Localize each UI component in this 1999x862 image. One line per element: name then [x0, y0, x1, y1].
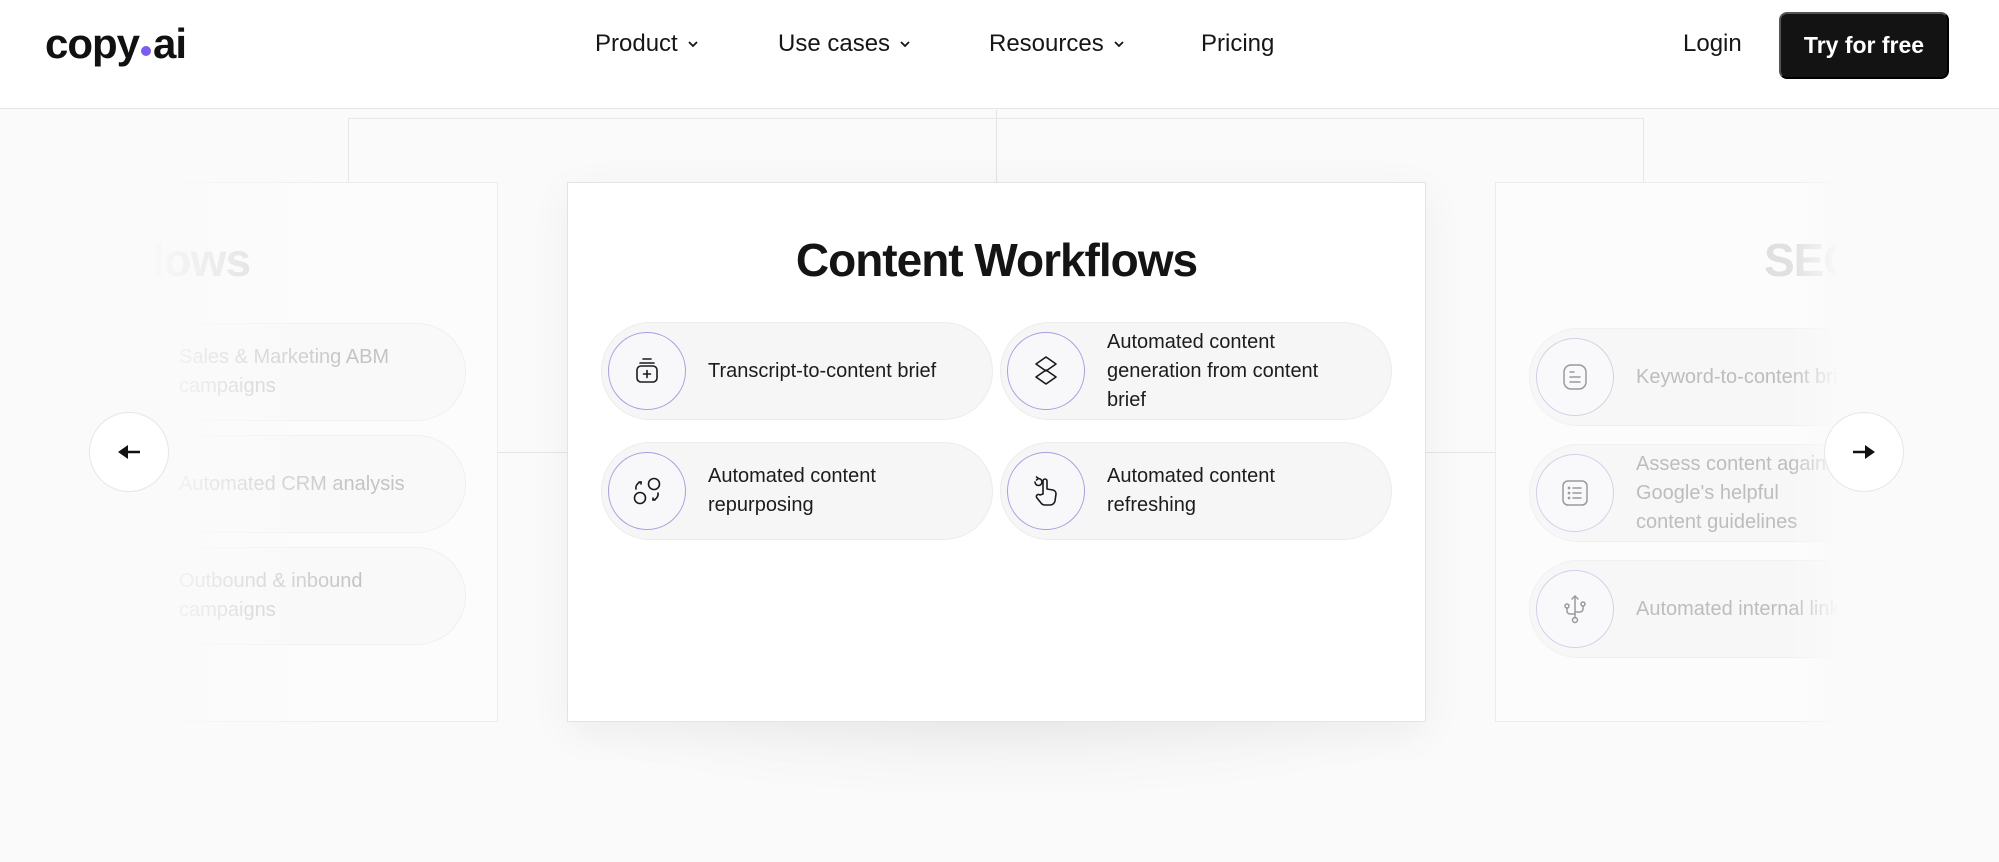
- workflow-item[interactable]: Automated CRM analysis: [156, 435, 466, 533]
- workflow-item-label: Automated CRM analysis: [179, 472, 405, 495]
- layers-icon: [1007, 332, 1085, 410]
- nav-use-cases[interactable]: Use cases: [778, 30, 912, 58]
- card-title: SEO: [1764, 234, 1837, 286]
- nav-resources[interactable]: Resources: [989, 30, 1126, 58]
- recycle-shapes-icon: [608, 452, 686, 530]
- chevron-down-icon: [900, 41, 910, 48]
- connector-line: [1425, 452, 1495, 453]
- site-header: copy ai Product Use cases Resources Prici…: [0, 0, 1999, 109]
- workflow-item[interactable]: Assess content against Google's helpful …: [1529, 444, 1838, 542]
- nav-resources-label: Resources: [989, 30, 1104, 57]
- workflow-item[interactable]: Automated content refreshing: [1000, 442, 1392, 540]
- workflow-item-label: Sales & Marketing ABM campaigns: [179, 346, 390, 397]
- add-note-icon: [608, 332, 686, 410]
- usb-branch-icon: [1536, 570, 1614, 648]
- workflow-item[interactable]: Sales & Marketing ABM campaigns: [156, 323, 466, 421]
- carousel-prev-button[interactable]: [89, 412, 169, 492]
- workflow-item[interactable]: Transcript-to-content brief: [601, 322, 993, 420]
- workflow-item-label: Automated internal linking: [1636, 597, 1837, 620]
- connector-line: [996, 110, 997, 182]
- nav-pricing[interactable]: Pricing: [1201, 30, 1274, 58]
- workflow-item-label: Transcript-to-content brief: [708, 359, 937, 382]
- workflow-item[interactable]: Automated content generation from conten…: [1000, 322, 1392, 420]
- workflow-item[interactable]: Keyword-to-content brief: [1529, 328, 1838, 426]
- card-title: Content Workflows: [795, 234, 1198, 286]
- nav-pricing-label: Pricing: [1201, 30, 1275, 57]
- workflow-card-active: Content Workflows Transcript-to-content …: [567, 182, 1426, 722]
- nav-product[interactable]: Product: [595, 30, 700, 58]
- try-for-free-button[interactable]: Try for free: [1779, 12, 1949, 79]
- chevron-down-icon: [688, 41, 698, 48]
- workflow-item-label: Automated content repurposing: [708, 465, 876, 516]
- arrow-left-icon: [118, 445, 140, 459]
- workflow-item[interactable]: Outbound & inbound campaigns: [156, 547, 466, 645]
- workflow-item-text: Assess content against Google's helpful …: [1636, 452, 1838, 533]
- workflow-item-label: Automated content refreshing: [1107, 465, 1275, 516]
- workflow-item[interactable]: Automated internal linking: [1529, 560, 1837, 658]
- workflow-item-label: Keyword-to-content brief: [1636, 365, 1838, 388]
- login-link[interactable]: Login: [1683, 30, 1742, 58]
- card-title: rkflows: [155, 234, 251, 286]
- workflow-item[interactable]: Automated content repurposing: [601, 442, 993, 540]
- document-lines-icon: [1536, 338, 1614, 416]
- chevron-down-icon: [1114, 41, 1124, 48]
- arrow-right-icon: [1853, 445, 1875, 459]
- carousel-next-button[interactable]: [1824, 412, 1904, 492]
- workflow-item-label: Assess content against Google's helpful …: [1636, 450, 1838, 537]
- nav-use-cases-label: Use cases: [778, 30, 891, 57]
- nav-product-label: Product: [595, 30, 678, 57]
- workflow-card-previous[interactable]: rkflows Sales & Marketing ABM campaigns …: [155, 182, 498, 722]
- connector-line: [497, 452, 567, 453]
- workflow-carousel: rkflows Sales & Marketing ABM campaigns …: [0, 110, 1999, 862]
- workflow-item-label: Automated content generation from conten…: [1107, 330, 1319, 411]
- list-icon: [1536, 454, 1614, 532]
- workflow-card-next[interactable]: SEO Keyword-to-content brief: [1495, 182, 1838, 722]
- tap-refresh-icon: [1007, 452, 1085, 530]
- workflow-item-label: Outbound & inbound campaigns: [179, 570, 363, 621]
